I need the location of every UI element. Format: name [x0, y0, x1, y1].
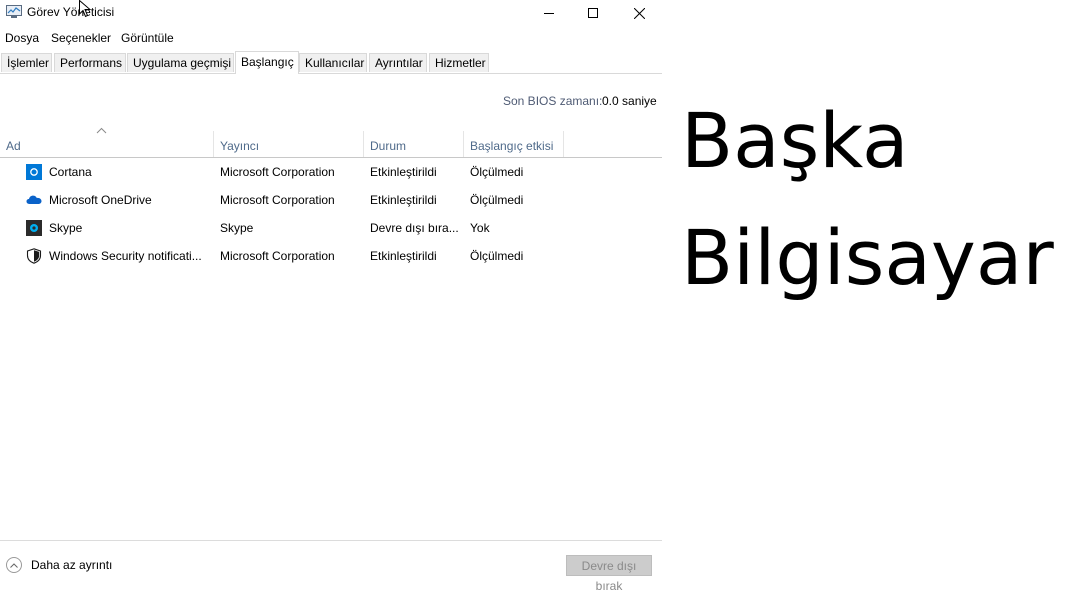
overlay-text-line2: Bilgisayar [681, 213, 1054, 302]
table-row[interactable]: Microsoft OneDrive Microsoft Corporation… [0, 186, 662, 214]
onedrive-icon [26, 195, 42, 204]
title-bar: Görev Yöneticisi [0, 0, 662, 26]
row-status: Devre dışı bıra... [370, 221, 459, 235]
row-impact: Ölçülmedi [470, 249, 524, 263]
tab-baslangic[interactable]: Başlangıç [235, 51, 299, 74]
row-publisher: Skype [220, 221, 254, 235]
minimize-icon [544, 13, 554, 14]
column-header-baslangic-etkisi[interactable]: Başlangıç etkisi [464, 136, 563, 157]
row-name: Skype [49, 221, 83, 235]
bios-time-label: Son BIOS zamanı: [503, 94, 603, 108]
shield-icon [26, 248, 42, 264]
row-name: Microsoft OneDrive [49, 193, 152, 207]
close-icon [633, 7, 645, 19]
less-details-toggle[interactable]: Daha az ayrıntı [6, 557, 112, 573]
skype-icon [26, 220, 42, 236]
row-publisher: Microsoft Corporation [220, 165, 335, 179]
row-publisher: Microsoft Corporation [220, 249, 335, 263]
row-status: Etkinleştirildi [370, 193, 437, 207]
column-divider[interactable] [563, 131, 564, 157]
tab-kullanicilar[interactable]: Kullanıcılar [299, 53, 367, 72]
row-name: Cortana [49, 165, 92, 179]
row-impact: Ölçülmedi [470, 193, 524, 207]
tab-performans[interactable]: Performans [54, 53, 126, 72]
row-status: Etkinleştirildi [370, 249, 437, 263]
chevron-up-circle-icon [6, 557, 22, 573]
tab-hizmetler[interactable]: Hizmetler [429, 53, 489, 72]
menu-dosya[interactable]: Dosya [5, 31, 39, 45]
column-header-ad[interactable]: Ad [0, 136, 213, 157]
tab-ayrintilar[interactable]: Ayrıntılar [369, 53, 427, 72]
row-impact: Ölçülmedi [470, 165, 524, 179]
minimize-button[interactable] [526, 0, 572, 26]
menu-secenekler[interactable]: Seçenekler [51, 31, 111, 45]
task-manager-icon [6, 5, 22, 18]
disable-button[interactable]: Devre dışı bırak [566, 555, 652, 593]
footer-bar: Daha az ayrıntı Devre dışı bırak [0, 540, 662, 593]
row-publisher: Microsoft Corporation [220, 193, 335, 207]
mouse-cursor-icon [79, 0, 91, 18]
menu-goruntule[interactable]: Görüntüle [121, 31, 174, 45]
cortana-icon [26, 164, 42, 180]
table-row[interactable]: Cortana Microsoft Corporation Etkinleşti… [0, 158, 662, 186]
tab-islemler[interactable]: İşlemler [1, 53, 52, 72]
row-name: Windows Security notificati... [49, 249, 202, 263]
row-impact: Yok [470, 221, 490, 235]
column-header-durum[interactable]: Durum [364, 136, 463, 157]
window-title: Görev Yöneticisi [27, 5, 115, 19]
close-button[interactable] [616, 0, 662, 26]
overlay-text-line1: Başka [681, 96, 909, 185]
tab-uygulama-gecmisi[interactable]: Uygulama geçmişi [127, 53, 234, 72]
column-header-yayinci[interactable]: Yayıncı [214, 136, 363, 157]
maximize-icon [588, 8, 598, 18]
bios-time: Son BIOS zamanı: 0.0 saniye [503, 94, 657, 108]
sort-ascending-icon [96, 127, 107, 134]
table-row[interactable]: Skype Skype Devre dışı bıra... Yok [0, 214, 662, 242]
table-row[interactable]: Windows Security notificati... Microsoft… [0, 242, 662, 270]
task-manager-window: Görev Yöneticisi Dosya Seçenekler Görünt… [0, 0, 662, 593]
maximize-button[interactable] [570, 0, 616, 26]
tab-bar: İşlemler Performans Uygulama geçmişi Baş… [0, 51, 662, 74]
row-status: Etkinleştirildi [370, 165, 437, 179]
bios-time-value: 0.0 saniye [602, 94, 657, 108]
less-details-label: Daha az ayrıntı [31, 558, 113, 572]
